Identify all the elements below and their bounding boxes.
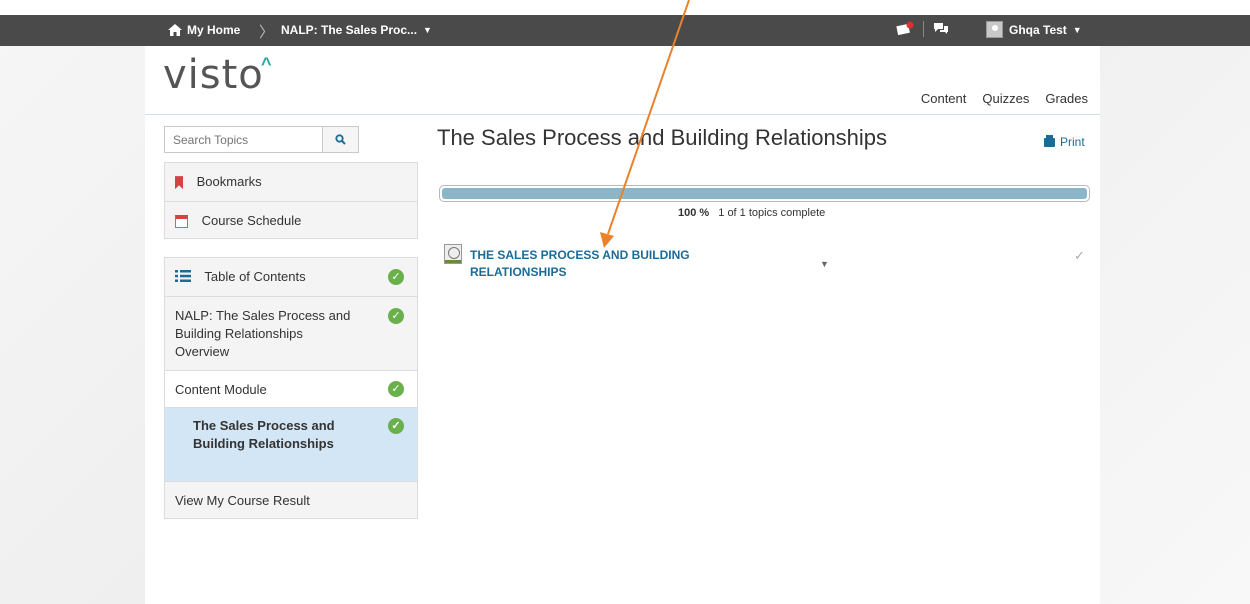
quick-links: Bookmarks Course Schedule — [164, 162, 418, 239]
top-navbar: My Home 〉 NALP: The Sales Proc... ▼ Ghqa… — [0, 15, 1250, 46]
tab-grades[interactable]: Grades — [1045, 91, 1088, 106]
sidebar-item-topic[interactable]: The Sales Process and Building Relations… — [165, 407, 417, 481]
sidebar-item-label: Course Schedule — [201, 213, 302, 228]
sidebar-item-bookmarks[interactable]: Bookmarks — [165, 163, 417, 201]
search-box — [164, 126, 359, 153]
progress-fill — [442, 188, 1087, 199]
check-icon: ✓ — [388, 269, 404, 285]
logo: visto — [163, 52, 264, 98]
sidebar-item-toc[interactable]: Table of Contents ✓ — [165, 258, 417, 296]
search-button[interactable] — [322, 127, 358, 152]
topic-item: THE SALES PROCESS AND BUILDING RELATIONS… — [444, 244, 715, 281]
check-icon: ✓ — [388, 381, 404, 397]
message-icon[interactable] — [933, 22, 949, 36]
header-divider — [145, 114, 1100, 115]
sidebar-item-schedule[interactable]: Course Schedule — [165, 201, 417, 238]
logo-accent: ^ — [261, 54, 272, 74]
chevron-down-icon: ▼ — [423, 25, 432, 35]
check-icon: ✓ — [388, 308, 404, 324]
progress-bar — [439, 185, 1090, 202]
completed-checkmark: ✓ — [1074, 248, 1085, 263]
bookmark-icon — [175, 176, 183, 190]
topic-link[interactable]: THE SALES PROCESS AND BUILDING RELATIONS… — [470, 247, 715, 281]
avatar — [986, 21, 1003, 38]
tab-quizzes[interactable]: Quizzes — [982, 91, 1029, 106]
course-selector[interactable]: NALP: The Sales Proc... ▼ — [281, 23, 432, 37]
chevron-down-icon[interactable]: ▼ — [820, 259, 829, 269]
web-page-icon — [444, 244, 462, 264]
course-tabs: Content Quizzes Grades — [921, 91, 1088, 106]
chevron-down-icon: ▼ — [1072, 24, 1082, 35]
sidebar-item-label: View My Course Result — [175, 493, 310, 508]
home-icon — [168, 24, 182, 36]
breadcrumb-separator: 〉 — [259, 24, 275, 41]
tab-content[interactable]: Content — [921, 91, 967, 106]
sidebar-item-label: Bookmarks — [196, 174, 262, 189]
sidebar-item-module[interactable]: Content Module ✓ — [165, 370, 417, 407]
check-icon: ✓ — [388, 418, 404, 434]
top-strip — [0, 0, 1250, 15]
sidebar-item-overview[interactable]: NALP: The Sales Process and Building Rel… — [165, 296, 417, 370]
print-button[interactable]: Print — [1044, 134, 1085, 149]
nav-alerts — [896, 21, 949, 37]
progress-status: 100 % 1 of 1 topics complete — [678, 207, 825, 219]
sidebar-item-label: Table of Contents — [204, 269, 306, 284]
user-name: Ghqa Test — [1009, 22, 1067, 37]
print-label: Print — [1060, 135, 1085, 149]
sidebar-item-result[interactable]: View My Course Result — [165, 481, 417, 518]
progress-count: 1 of 1 topics complete — [718, 207, 826, 219]
nav-divider — [923, 21, 924, 37]
user-menu[interactable]: Ghqa Test ▼ — [986, 21, 1082, 38]
search-icon — [335, 134, 346, 145]
printer-icon — [1044, 134, 1055, 147]
calendar-icon — [175, 215, 188, 229]
page-title: The Sales Process and Building Relations… — [437, 125, 888, 150]
search-input[interactable] — [165, 127, 317, 152]
sidebar-item-label: The Sales Process and Building Relations… — [193, 418, 335, 451]
home-link[interactable]: My Home — [168, 23, 240, 37]
sidebar-item-label: NALP: The Sales Process and Building Rel… — [175, 308, 351, 359]
sidebar-item-label: Content Module — [175, 382, 267, 397]
table-of-contents: Table of Contents ✓ NALP: The Sales Proc… — [164, 257, 418, 519]
course-label: NALP: The Sales Proc... — [281, 23, 418, 37]
progress-percent: 100 % — [678, 207, 710, 219]
home-label: My Home — [187, 23, 241, 37]
list-icon — [175, 259, 191, 297]
notification-icon[interactable] — [896, 21, 914, 37]
